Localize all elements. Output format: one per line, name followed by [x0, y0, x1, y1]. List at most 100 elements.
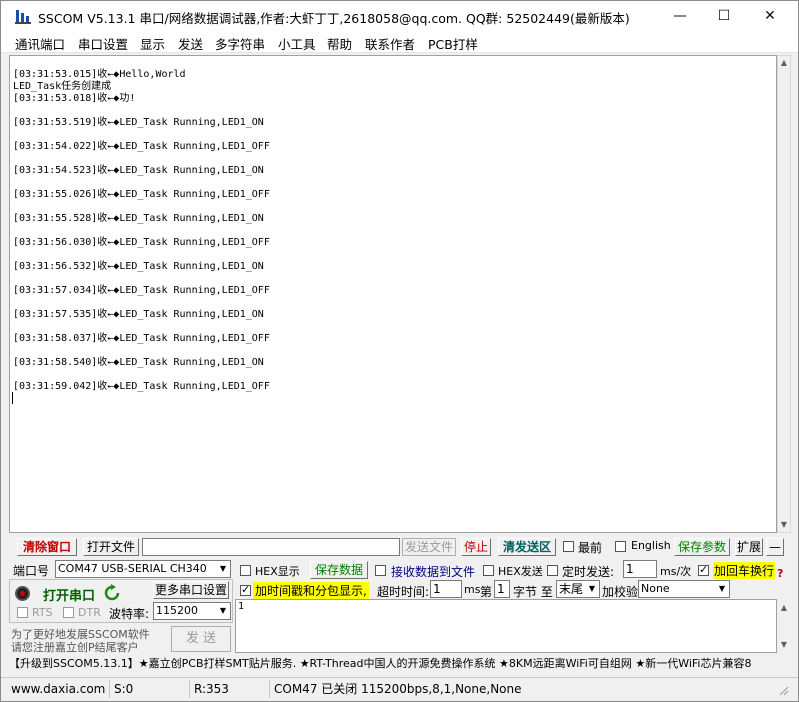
timed-interval-input[interactable]: 1: [623, 560, 657, 578]
checksum-label: 加校验: [602, 585, 639, 599]
timestamp-label: 加时间戳和分包显示,: [253, 582, 369, 599]
receive-log[interactable]: [03:31:53.015]收←◆Hello,World LED_Task任务创建…: [9, 55, 777, 533]
dtr-checkbox[interactable]: [63, 607, 74, 618]
scroll-down-icon[interactable]: ▼: [777, 639, 791, 651]
text-cursor: [12, 392, 13, 404]
send-button[interactable]: 发 送: [171, 626, 231, 652]
baud-select-value: 115200: [156, 604, 198, 617]
log-line: [03:31:53.015]收←◆Hello,World: [13, 69, 186, 80]
nth-byte-input[interactable]: 1: [494, 580, 510, 598]
status-bar: www.daxia.com S:0 R:353 COM47 已关闭 115200…: [1, 677, 798, 699]
timestamp-checkbox[interactable]: [240, 583, 251, 596]
save-params-button[interactable]: 保存参数: [674, 538, 730, 556]
chevron-down-icon: ▼: [588, 584, 596, 593]
save-data-button[interactable]: 保存数据: [310, 561, 368, 579]
menu-serial-settings[interactable]: 串口设置: [78, 34, 128, 53]
timed-send-checkbox[interactable]: [547, 565, 558, 576]
help-icon[interactable]: ?: [777, 567, 783, 580]
chevron-down-icon: ▼: [219, 606, 227, 615]
log-line: [03:31:59.042]收←◆LED_Task Running,LED1_O…: [13, 381, 270, 392]
log-line: [03:31:56.532]收←◆LED_Task Running,LED1_O…: [13, 261, 264, 272]
menu-contact[interactable]: 联系作者: [365, 34, 415, 53]
menu-tools[interactable]: 小工具: [278, 34, 316, 53]
menu-multi-string[interactable]: 多字符串: [215, 34, 265, 53]
log-line: [03:31:58.540]收←◆LED_Task Running,LED1_O…: [13, 357, 264, 368]
timeout-input[interactable]: 1: [430, 580, 462, 598]
baud-select[interactable]: 115200 ▼: [153, 602, 231, 620]
menu-help[interactable]: 帮助: [327, 34, 352, 53]
menu-send[interactable]: 发送: [178, 34, 203, 53]
send-file-button[interactable]: 发送文件: [402, 538, 456, 556]
recv-to-file-checkbox[interactable]: [375, 565, 386, 576]
rts-checkbox[interactable]: [17, 607, 28, 618]
send-textarea[interactable]: 1: [235, 599, 777, 653]
log-line: [03:31:55.528]收←◆LED_Task Running,LED1_O…: [13, 213, 264, 224]
english-label: English: [631, 539, 671, 552]
news-ticker[interactable]: 【升级到SSCOM5.13.1】★嘉立创PCB打样SMT贴片服务. ★RT-Th…: [9, 656, 791, 674]
file-path-input[interactable]: [142, 538, 400, 556]
resize-grip-icon[interactable]: [777, 684, 789, 696]
receive-scrollbar[interactable]: ▲ ▼: [777, 55, 791, 533]
log-line: [03:31:54.022]收←◆LED_Task Running,LED1_O…: [13, 141, 270, 152]
minimize-button[interactable]: —: [657, 1, 703, 31]
port-select[interactable]: COM47 USB-SERIAL CH340 ▼: [55, 560, 231, 578]
menu-pcb[interactable]: PCB打样: [428, 34, 478, 53]
expand-button[interactable]: 扩展: [735, 538, 763, 556]
send-scrollbar[interactable]: ▲ ▼: [777, 601, 791, 653]
hex-send-checkbox[interactable]: [483, 565, 494, 576]
topmost-checkbox[interactable]: [563, 541, 574, 552]
topmost-label: 最前: [578, 541, 603, 555]
ms-label: ms: [464, 583, 481, 596]
menu-bar: 通讯端口 串口设置 显示 发送 多字符串 小工具 帮助 联系作者 PCB打样: [1, 31, 798, 53]
menu-port[interactable]: 通讯端口: [15, 34, 65, 53]
menu-display[interactable]: 显示: [140, 34, 165, 53]
clear-send-button[interactable]: 清发送区: [498, 538, 556, 556]
scroll-down-icon[interactable]: ▼: [777, 519, 791, 531]
more-settings-button[interactable]: 更多串口设置: [153, 581, 229, 599]
byte-to-label: 字节 至: [513, 585, 553, 599]
log-line: [03:31:53.018]收←◆功!: [13, 93, 136, 104]
send-text: 1: [238, 601, 245, 612]
close-button[interactable]: ✕: [747, 1, 793, 31]
refresh-icon[interactable]: [103, 584, 121, 602]
log-line: [03:31:55.026]收←◆LED_Task Running,LED1_O…: [13, 189, 270, 200]
english-checkbox[interactable]: [615, 541, 626, 552]
scroll-up-icon[interactable]: ▲: [777, 602, 791, 614]
title-bar: SSCOM V5.13.1 串口/网络数据调试器,作者:大虾丁丁,2618058…: [1, 1, 798, 31]
port-select-value: COM47 USB-SERIAL CH340: [58, 562, 207, 575]
window-title: SSCOM V5.13.1 串口/网络数据调试器,作者:大虾丁丁,2618058…: [38, 11, 630, 26]
add-crlf-checkbox[interactable]: [698, 563, 709, 576]
open-port-button[interactable]: 打开串口: [43, 585, 95, 604]
hex-display-checkbox[interactable]: [240, 565, 251, 576]
collapse-button[interactable]: —: [766, 538, 784, 556]
status-received: R:353: [189, 680, 229, 698]
log-line: [03:31:56.030]收←◆LED_Task Running,LED1_O…: [13, 237, 270, 248]
rts-label: RTS: [32, 606, 53, 619]
port-label: 端口号: [13, 564, 50, 578]
app-window: SSCOM V5.13.1 串口/网络数据调试器,作者:大虾丁丁,2618058…: [0, 0, 799, 702]
promo-line-2[interactable]: 请您注册嘉立创P结尾客户: [11, 639, 139, 655]
log-line: [03:31:57.034]收←◆LED_Task Running,LED1_O…: [13, 285, 270, 296]
maximize-button[interactable]: ☐: [701, 1, 747, 31]
scroll-up-icon[interactable]: ▲: [777, 57, 791, 69]
stop-button[interactable]: 停止: [461, 538, 491, 556]
timeout-label: 超时时间:: [377, 585, 430, 599]
status-site[interactable]: www.daxia.com: [7, 680, 105, 698]
end-select[interactable]: 末尾 ▼: [556, 580, 600, 598]
clear-window-button[interactable]: 清除窗口: [17, 538, 77, 556]
log-line: LED_Task任务创建成: [13, 81, 112, 92]
hex-display-label: HEX显示: [255, 565, 300, 578]
baud-label: 波特率:: [109, 607, 150, 621]
status-sent: S:0: [109, 680, 133, 698]
checksum-select[interactable]: None ▼: [638, 580, 730, 598]
open-file-button[interactable]: 打开文件: [83, 538, 139, 556]
chevron-down-icon: ▼: [219, 564, 227, 573]
